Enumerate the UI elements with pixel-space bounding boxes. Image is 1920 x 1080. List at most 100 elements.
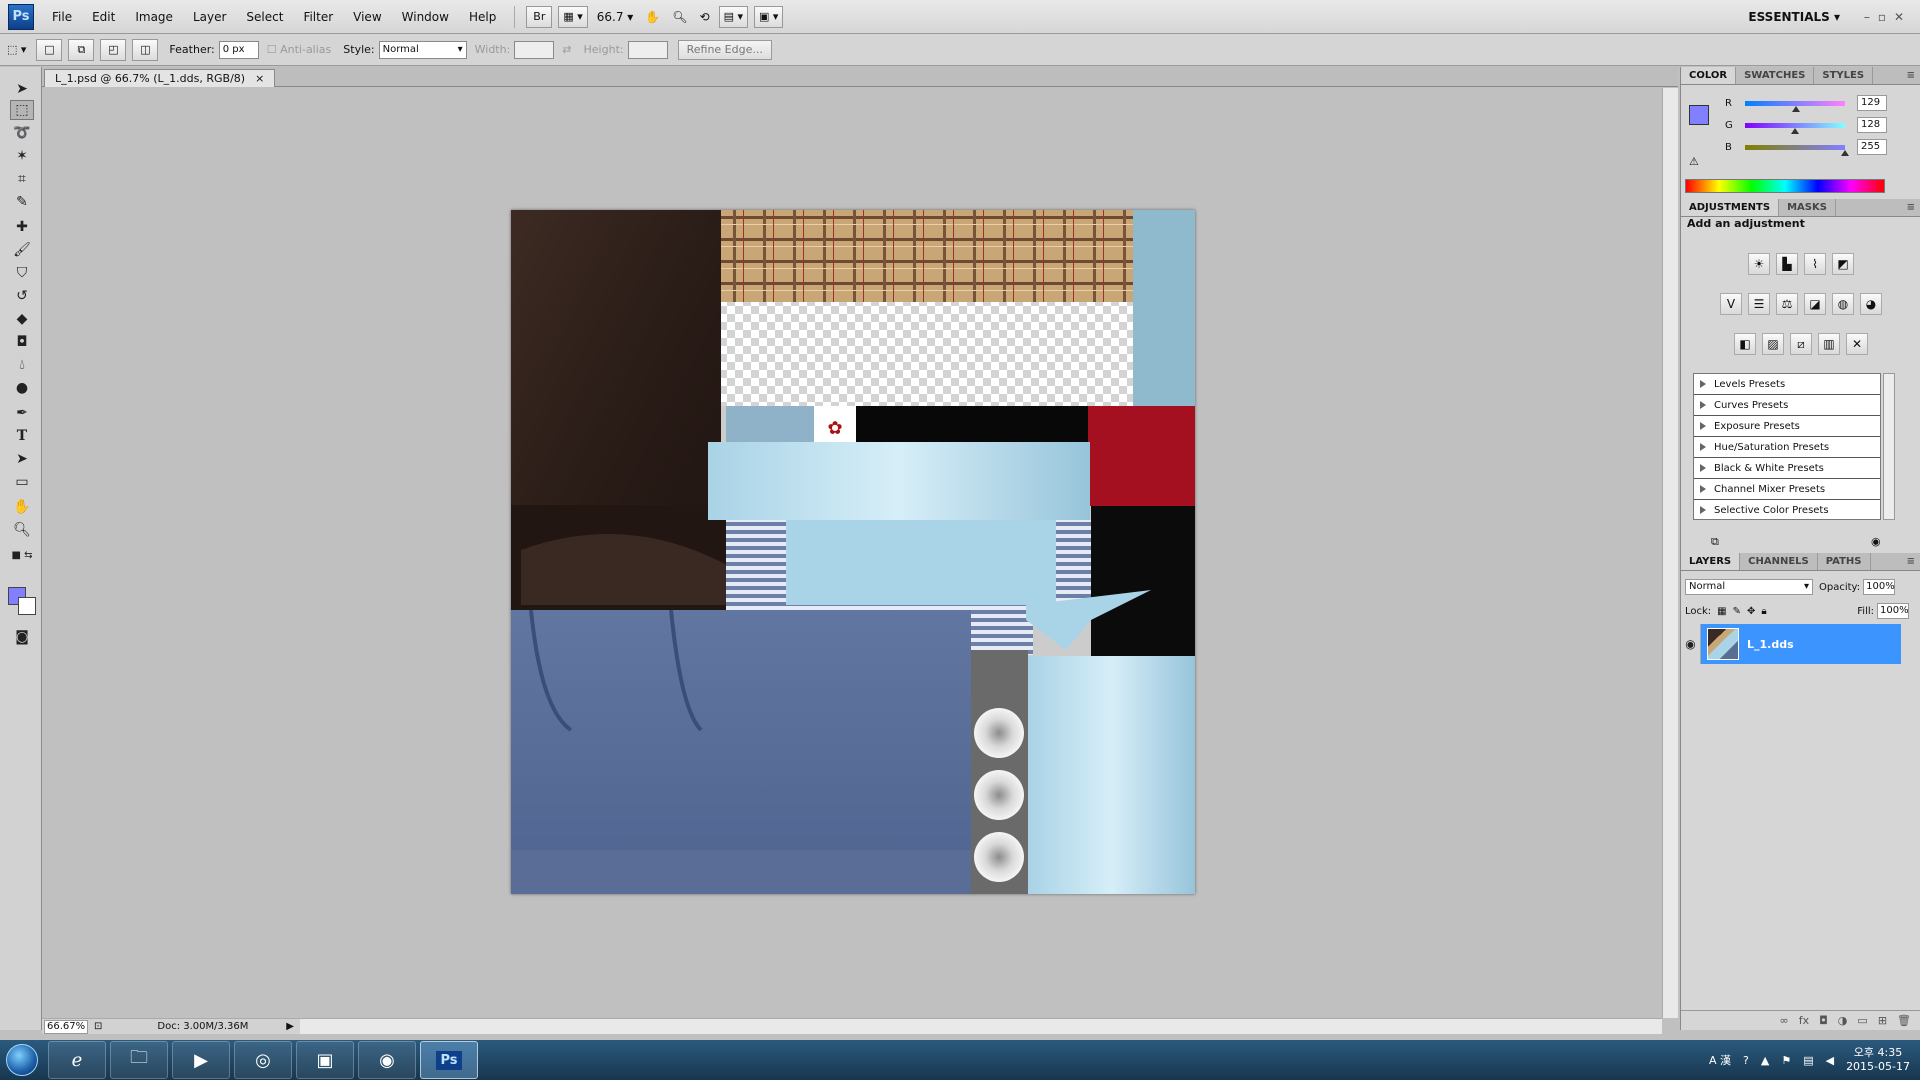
- red-channel-value[interactable]: 129: [1857, 95, 1887, 111]
- crop-tool[interactable]: ⌗: [10, 169, 34, 189]
- refine-edge-button[interactable]: Refine Edge...: [677, 39, 772, 60]
- tab-channels[interactable]: CHANNELS: [1740, 553, 1818, 570]
- close-icon[interactable]: ×: [255, 70, 264, 87]
- gamut-warning-icon[interactable]: ⚠: [1689, 155, 1699, 168]
- reset-view-icon[interactable]: ◉: [1871, 535, 1881, 548]
- status-menu-arrow-icon[interactable]: ▶: [286, 1021, 294, 1032]
- rotate-view-button[interactable]: ⟲: [700, 10, 710, 24]
- presets-scrollbar[interactable]: [1883, 373, 1895, 520]
- quick-mask-button[interactable]: ◙: [10, 627, 34, 647]
- workspace-switcher[interactable]: ESSENTIALS ▾: [1748, 0, 1840, 34]
- layer-style-icon[interactable]: fx: [1799, 1014, 1809, 1027]
- canvas-area[interactable]: ✿: [42, 88, 1662, 1018]
- horizontal-scrollbar[interactable]: [300, 1018, 1662, 1034]
- style-select[interactable]: Normal ▾: [378, 40, 467, 59]
- layer-row[interactable]: ◉ L_1.dds: [1681, 624, 1901, 664]
- fill-input[interactable]: 100%: [1877, 603, 1909, 619]
- document-tab[interactable]: L_1.psd @ 66.7% (L_1.dds, RGB/8) ×: [44, 69, 276, 87]
- menu-image[interactable]: Image: [125, 0, 183, 34]
- slider-thumb[interactable]: [1791, 127, 1800, 134]
- panel-menu-icon[interactable]: ≡: [1907, 199, 1915, 217]
- history-brush-tool[interactable]: ↺: [10, 286, 34, 306]
- taskbar-photoshop[interactable]: Ps: [420, 1041, 478, 1079]
- feather-input[interactable]: 0 px: [218, 40, 259, 59]
- lasso-tool[interactable]: ➰: [10, 123, 34, 143]
- texture-artwork[interactable]: ✿: [511, 210, 1195, 894]
- healing-brush-tool[interactable]: ✚: [10, 217, 34, 237]
- zoom-tool[interactable]: 🔍︎: [10, 520, 34, 540]
- preset-item[interactable]: Levels Presets: [1694, 374, 1880, 395]
- slider-thumb[interactable]: [1791, 105, 1800, 112]
- taskbar-app-window[interactable]: ▣: [296, 1041, 354, 1079]
- channel-mixer-icon[interactable]: ◕: [1860, 293, 1882, 315]
- tab-styles[interactable]: STYLES: [1814, 67, 1874, 84]
- taskbar-chrome[interactable]: ◎: [234, 1041, 292, 1079]
- arrange-documents-button[interactable]: ▤ ▾: [718, 5, 748, 28]
- clone-stamp-tool[interactable]: ⛉: [10, 263, 34, 283]
- preset-item[interactable]: Selective Color Presets: [1694, 500, 1880, 519]
- levels-icon[interactable]: ▙: [1776, 253, 1798, 275]
- photo-filter-icon[interactable]: ◍: [1832, 293, 1854, 315]
- posterize-icon[interactable]: ▨: [1762, 333, 1784, 355]
- antialias-checkbox[interactable]: ☐ Anti-alias: [267, 43, 332, 56]
- default-colors-button[interactable]: ■ ⇆: [10, 545, 34, 565]
- menu-help[interactable]: Help: [459, 0, 506, 34]
- move-tool[interactable]: ➤: [10, 79, 34, 99]
- path-selection-tool[interactable]: ➤: [10, 449, 34, 469]
- height-input[interactable]: [627, 40, 668, 59]
- green-channel-slider[interactable]: [1745, 122, 1845, 134]
- preset-item[interactable]: Hue/Saturation Presets: [1694, 437, 1880, 458]
- paint-bucket-tool[interactable]: ◘: [10, 332, 34, 352]
- blue-channel-slider[interactable]: [1745, 144, 1849, 156]
- threshold-icon[interactable]: ⧄: [1790, 333, 1812, 355]
- menu-filter[interactable]: Filter: [293, 0, 343, 34]
- gradient-map-icon[interactable]: ▥: [1818, 333, 1840, 355]
- quick-selection-tool[interactable]: ✶: [10, 146, 34, 166]
- screen-mode-button[interactable]: ▣ ▾: [753, 5, 784, 28]
- width-input[interactable]: [514, 40, 555, 59]
- system-clock[interactable]: 오후 4:35 2015-05-17: [1846, 1046, 1910, 1074]
- swap-icon[interactable]: ⇄: [562, 43, 571, 56]
- show-hidden-icons-icon[interactable]: ▲: [1761, 1054, 1769, 1067]
- background-color-swatch[interactable]: [18, 597, 36, 615]
- hand-tool[interactable]: ✋: [10, 497, 34, 517]
- curves-icon[interactable]: ⌇: [1804, 253, 1826, 275]
- taskbar-internet-explorer[interactable]: ℯ: [48, 1041, 106, 1079]
- red-channel-slider[interactable]: [1745, 100, 1845, 112]
- hand-tool-button[interactable]: ✋: [645, 10, 660, 24]
- dodge-tool[interactable]: ●: [10, 378, 34, 398]
- lock-all-icon[interactable]: 🔒︎: [1761, 606, 1766, 617]
- taskbar-media-player[interactable]: ▶: [172, 1041, 230, 1079]
- selection-mode-add[interactable]: ⧉: [68, 38, 95, 61]
- new-group-icon[interactable]: ▭: [1857, 1014, 1867, 1027]
- tab-color[interactable]: COLOR: [1681, 67, 1737, 84]
- tab-adjustments[interactable]: ADJUSTMENTS: [1681, 199, 1780, 216]
- window-controls[interactable]: –▫✕: [1864, 0, 1912, 34]
- brush-tool[interactable]: 🖌︎: [10, 240, 34, 260]
- zoom-tool-button[interactable]: 🔍︎: [672, 10, 687, 24]
- lock-transparency-icon[interactable]: ▦: [1717, 606, 1726, 617]
- shape-tool[interactable]: ▭: [10, 472, 34, 492]
- menu-file[interactable]: File: [42, 0, 82, 34]
- blur-tool[interactable]: 💧︎: [10, 355, 34, 375]
- menu-layer[interactable]: Layer: [183, 0, 236, 34]
- preset-item[interactable]: Black & White Presets: [1694, 458, 1880, 479]
- blend-mode-select[interactable]: Normal ▾: [1685, 579, 1813, 595]
- exposure-icon[interactable]: ◩: [1832, 253, 1854, 275]
- color-panel-foreground-swatch[interactable]: [1689, 105, 1709, 125]
- ime-indicator[interactable]: A 漢: [1709, 1052, 1731, 1068]
- eyedropper-tool[interactable]: ✎: [10, 192, 34, 212]
- selective-color-icon[interactable]: ✕: [1846, 333, 1868, 355]
- tab-paths[interactable]: PATHS: [1818, 553, 1871, 570]
- color-balance-icon[interactable]: ⚖: [1776, 293, 1798, 315]
- menu-view[interactable]: View: [343, 0, 391, 34]
- zoom-level-dropdown[interactable]: 66.7 ▾: [597, 10, 634, 24]
- eraser-tool[interactable]: ◆: [10, 309, 34, 329]
- slider-thumb[interactable]: [1841, 149, 1849, 156]
- preset-item[interactable]: Channel Mixer Presets: [1694, 479, 1880, 500]
- vertical-scrollbar[interactable]: [1662, 88, 1678, 1018]
- taskbar-viewer-app[interactable]: ◉: [358, 1041, 416, 1079]
- opacity-input[interactable]: 100%: [1863, 579, 1896, 595]
- start-button[interactable]: [0, 1040, 44, 1080]
- panel-menu-icon[interactable]: ≡: [1907, 553, 1915, 571]
